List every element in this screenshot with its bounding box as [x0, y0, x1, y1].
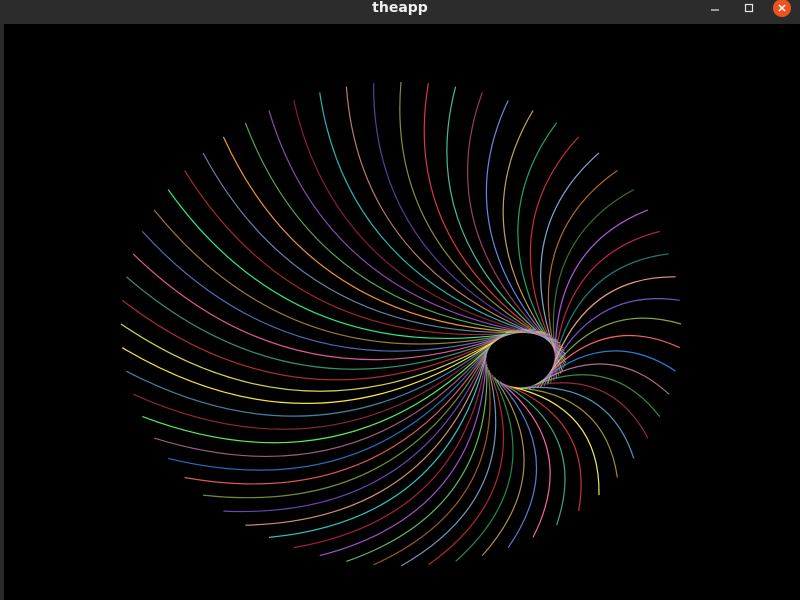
- curve-line: [268, 110, 553, 337]
- curve-line: [506, 384, 582, 512]
- curve-line: [481, 377, 525, 556]
- curve-line: [524, 374, 661, 417]
- curve-line: [319, 92, 558, 342]
- window-title: theapp: [372, 0, 428, 16]
- curve-line: [268, 355, 487, 538]
- curve-line: [293, 358, 487, 549]
- maximize-button[interactable]: [738, 0, 760, 16]
- curve-line: [446, 86, 566, 355]
- app-window: theapp: [0, 0, 800, 600]
- curve-art: [120, 81, 682, 567]
- curve-line: [513, 386, 618, 478]
- title-bar[interactable]: theapp: [0, 0, 800, 22]
- close-icon: [778, 4, 786, 12]
- curve-line: [553, 230, 660, 381]
- minimize-button[interactable]: [704, 0, 726, 16]
- maximize-icon: [744, 3, 754, 13]
- close-button-circle: [773, 0, 791, 17]
- drawing-canvas[interactable]: [4, 24, 800, 600]
- curve-line: [502, 110, 567, 363]
- curve-line: [202, 152, 543, 334]
- curve-line: [373, 367, 491, 566]
- curve-line: [546, 276, 676, 385]
- curve-line: [547, 170, 618, 374]
- curve-line: [496, 379, 538, 548]
- curve-line: [509, 385, 600, 496]
- minimize-icon: [711, 9, 719, 11]
